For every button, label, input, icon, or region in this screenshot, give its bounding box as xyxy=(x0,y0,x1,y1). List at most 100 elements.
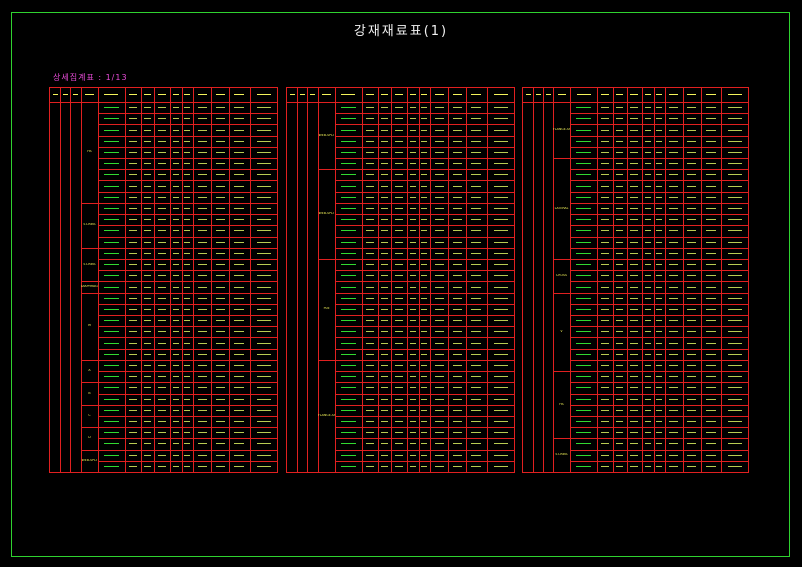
cell-value-mark xyxy=(687,219,696,220)
cell-value-mark xyxy=(158,387,166,388)
cell-value-mark xyxy=(601,197,609,198)
cell-value-mark xyxy=(656,197,662,198)
cell-value-mark xyxy=(645,152,651,153)
column-divider xyxy=(543,88,544,472)
cell-value-mark xyxy=(184,365,190,366)
cell-value-mark xyxy=(257,443,271,444)
cell-value-mark xyxy=(158,242,166,243)
header-label-mark xyxy=(173,94,179,95)
cell-value-mark xyxy=(104,230,119,231)
row-divider xyxy=(570,450,748,451)
cell-value-mark xyxy=(494,118,508,119)
cell-value-mark xyxy=(687,118,696,119)
row-divider xyxy=(570,147,748,148)
column-divider xyxy=(391,88,392,472)
cell-value-mark xyxy=(576,309,591,310)
cell-value-mark xyxy=(601,219,609,220)
cell-value-mark xyxy=(728,421,742,422)
cell-value-mark xyxy=(601,264,609,265)
cell-value-mark xyxy=(341,432,356,433)
cell-value-mark xyxy=(216,186,225,187)
cell-value-mark xyxy=(104,376,119,377)
row-divider xyxy=(335,461,514,462)
cell-value-mark xyxy=(104,197,119,198)
cell-value-mark xyxy=(395,455,403,456)
cell-value-mark xyxy=(471,298,481,299)
cell-value-mark xyxy=(471,443,481,444)
cell-value-mark xyxy=(129,208,137,209)
cell-value-mark xyxy=(144,197,151,198)
header-label-mark xyxy=(257,94,271,95)
cell-value-mark xyxy=(173,443,179,444)
cell-value-mark xyxy=(576,443,591,444)
cell-value-mark xyxy=(453,399,462,400)
cell-value-mark xyxy=(576,376,591,377)
cell-value-mark xyxy=(395,253,403,254)
cell-value-mark xyxy=(341,443,356,444)
cell-value-mark xyxy=(576,174,591,175)
cell-value-mark xyxy=(645,264,651,265)
cell-value-mark xyxy=(630,421,638,422)
cell-value-mark xyxy=(453,152,462,153)
cell-value-mark xyxy=(129,242,137,243)
cell-value-mark xyxy=(601,443,609,444)
column-divider xyxy=(627,88,628,472)
cell-value-mark xyxy=(129,399,137,400)
column-divider xyxy=(211,88,212,472)
row-divider xyxy=(335,427,514,428)
cell-value-mark xyxy=(656,320,662,321)
cell-value-mark xyxy=(410,163,416,164)
cell-value-mark xyxy=(198,253,207,254)
cell-value-mark xyxy=(421,365,427,366)
cell-value-mark xyxy=(656,163,662,164)
cell-value-mark xyxy=(104,298,119,299)
cell-value-mark xyxy=(104,466,119,467)
cell-value-mark xyxy=(706,331,716,332)
cell-value-mark xyxy=(728,118,742,119)
cell-value-mark xyxy=(421,309,427,310)
column-divider xyxy=(250,88,251,472)
group-divider xyxy=(81,450,277,451)
cell-value-mark xyxy=(198,443,207,444)
cell-value-mark xyxy=(234,152,244,153)
cell-value-mark xyxy=(601,309,609,310)
cell-value-mark xyxy=(395,432,403,433)
cell-value-mark xyxy=(706,275,716,276)
cell-value-mark xyxy=(630,343,638,344)
cell-value-mark xyxy=(173,432,179,433)
cell-value-mark xyxy=(435,152,444,153)
cell-value-mark xyxy=(471,230,481,231)
cell-value-mark xyxy=(381,264,388,265)
cell-value-mark xyxy=(257,421,271,422)
cell-value-mark xyxy=(366,365,374,366)
cell-value-mark xyxy=(669,399,678,400)
cell-value-mark xyxy=(234,365,244,366)
cell-value-mark xyxy=(421,219,427,220)
header-label-mark xyxy=(366,94,374,95)
cell-value-mark xyxy=(158,264,166,265)
cell-value-mark xyxy=(494,141,508,142)
cell-value-mark xyxy=(471,421,481,422)
cell-value-mark xyxy=(144,432,151,433)
cell-value-mark xyxy=(435,443,444,444)
cell-value-mark xyxy=(184,287,190,288)
header-label-mark xyxy=(395,94,403,95)
column-divider xyxy=(597,88,598,472)
cell-value-mark xyxy=(494,298,508,299)
cell-value-mark xyxy=(234,253,244,254)
cell-value-mark xyxy=(453,242,462,243)
cell-value-mark xyxy=(198,287,207,288)
cell-value-mark xyxy=(104,219,119,220)
cell-value-mark xyxy=(234,197,244,198)
cell-value-mark xyxy=(630,331,638,332)
cell-value-mark xyxy=(687,208,696,209)
cell-value-mark xyxy=(601,253,609,254)
cell-value-mark xyxy=(576,432,591,433)
cell-value-mark xyxy=(129,410,137,411)
cell-value-mark xyxy=(158,443,166,444)
cell-value-mark xyxy=(616,320,623,321)
cell-value-mark xyxy=(395,152,403,153)
cell-value-mark xyxy=(257,197,271,198)
cell-value-mark xyxy=(601,399,609,400)
header-label-mark xyxy=(616,94,623,95)
